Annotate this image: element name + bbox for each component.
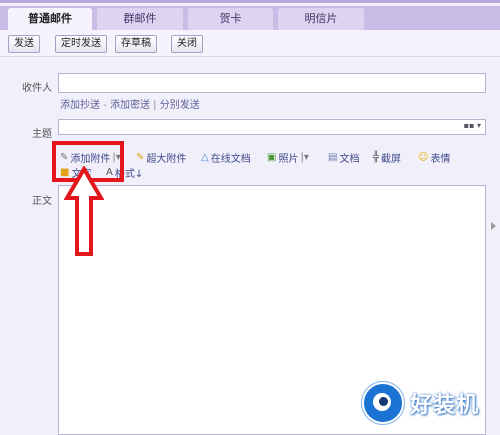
action-toolbar: 发送 定时发送 存草稿 关闭 — [0, 30, 500, 57]
watermark-logo-icon — [362, 382, 404, 424]
stationery-selector[interactable]: ▪▪ ▾ — [464, 121, 481, 130]
super-attachment-tool[interactable]: ✎ 超大附件 — [136, 150, 186, 165]
super-attachment-label: 超大附件 — [146, 154, 187, 165]
large-paperclip-icon: ✎ — [136, 151, 145, 163]
compose-tabs: 普通邮件 群邮件 贺卡 明信片 — [0, 6, 500, 30]
smiley-icon: ☺ — [418, 151, 429, 163]
add-bcc-link[interactable]: 添加密送 — [110, 100, 150, 111]
document-tool[interactable]: ▤ 文档 — [328, 150, 359, 165]
save-draft-button[interactable]: 存草稿 — [115, 35, 157, 53]
photo-label: 照片 — [278, 154, 299, 165]
online-doc-label: 在线文档 — [210, 154, 251, 165]
document-icon: ▤ — [328, 151, 338, 163]
bar-separator: | — [149, 100, 160, 111]
dash-separator: - — [100, 100, 110, 111]
online-doc-tool[interactable]: △ 在线文档 — [201, 150, 251, 165]
emoji-label: 表情 — [430, 154, 451, 165]
tab-group-mail[interactable]: 群邮件 — [97, 8, 183, 30]
photo-dropdown-icon[interactable]: |▾ — [300, 152, 308, 163]
tab-greeting-card[interactable]: 贺卡 — [188, 8, 273, 30]
subject-input[interactable]: ▪▪ ▾ — [58, 119, 486, 135]
subject-label: 主题 — [32, 129, 52, 140]
body-label: 正文 — [32, 196, 52, 207]
panel-expand-icon[interactable] — [491, 222, 496, 230]
watermark-text: 好装机 — [410, 393, 480, 418]
crop-icon: ╬ — [373, 151, 380, 163]
photo-icon: ▣ — [267, 151, 277, 163]
document-label: 文档 — [339, 154, 360, 165]
close-button[interactable]: 关闭 — [171, 35, 203, 53]
scheduled-send-button[interactable]: 定时发送 — [55, 35, 107, 53]
photo-tool[interactable]: ▣ 照片 |▾ — [267, 150, 309, 165]
tab-postcard[interactable]: 明信片 — [278, 8, 364, 30]
screenshot-label: 截屏 — [381, 154, 402, 165]
up-arrow-annotation — [64, 166, 104, 256]
recipient-label: 收件人 — [22, 83, 52, 94]
send-button[interactable]: 发送 — [8, 35, 40, 53]
cloud-doc-icon: △ — [201, 151, 209, 163]
screenshot-tool[interactable]: ╬ 截屏 — [373, 150, 401, 165]
emoji-tool[interactable]: ☺ 表情 — [418, 150, 450, 165]
recipient-links: 添加抄送 - 添加密送 | 分别发送 — [60, 96, 200, 111]
recipient-input[interactable] — [58, 73, 486, 93]
add-cc-link[interactable]: 添加抄送 — [60, 100, 100, 111]
top-border — [0, 0, 500, 3]
tab-normal-mail[interactable]: 普通邮件 — [8, 8, 92, 30]
separate-send-link[interactable]: 分别发送 — [160, 100, 200, 111]
watermark: 好装机 — [362, 380, 497, 426]
